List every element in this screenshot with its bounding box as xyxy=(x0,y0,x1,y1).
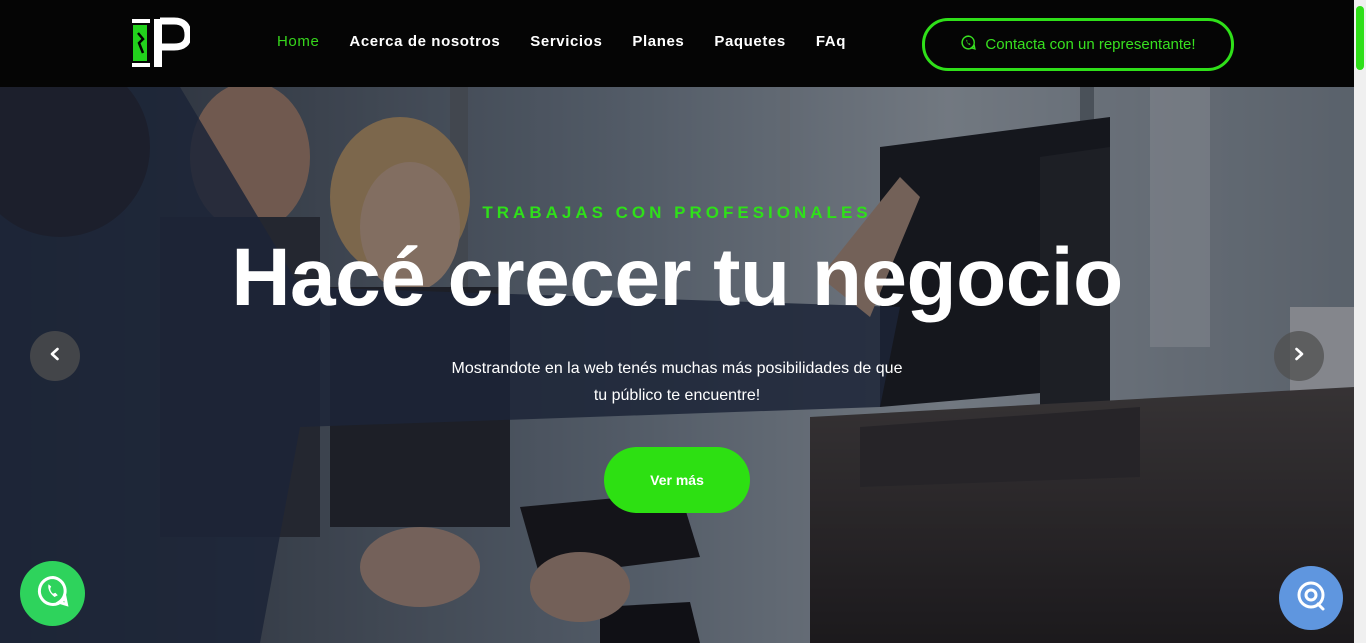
nav-acerca[interactable]: Acerca de nosotros xyxy=(349,33,500,50)
nav-faq[interactable]: FAq xyxy=(816,33,846,50)
nav-planes[interactable]: Planes xyxy=(632,33,684,50)
nav-paquetes[interactable]: Paquetes xyxy=(714,33,786,50)
ver-mas-button[interactable]: Ver más xyxy=(604,447,750,513)
header: Home Acerca de nosotros Servicios Planes… xyxy=(0,0,1354,87)
slider-next-button[interactable] xyxy=(1274,331,1324,381)
chevron-left-icon xyxy=(48,347,62,366)
scrollbar-thumb[interactable] xyxy=(1356,6,1364,70)
hero-slider: TRABAJAS CON PROFESIONALES Hacé crecer t… xyxy=(0,87,1354,643)
page-scrollbar[interactable] xyxy=(1354,0,1366,643)
hero-eyebrow: TRABAJAS CON PROFESIONALES xyxy=(482,203,872,222)
nav-home[interactable]: Home xyxy=(277,33,319,50)
main-nav: Home Acerca de nosotros Servicios Planes… xyxy=(277,33,846,50)
nav-servicios[interactable]: Servicios xyxy=(530,33,602,50)
hero-subtitle-line1: Mostrandote en la web tenés muchas más p… xyxy=(451,360,903,377)
contact-representative-button[interactable]: Contacta con un representante! xyxy=(922,18,1234,71)
whatsapp-icon xyxy=(35,573,71,614)
whatsapp-float-button[interactable] xyxy=(20,561,85,626)
contact-representative-label: Contacta con un representante! xyxy=(985,36,1196,53)
whatsapp-icon xyxy=(960,34,977,55)
hero-title: Hacé crecer tu negocio xyxy=(231,232,1123,323)
chevron-right-icon xyxy=(1292,347,1306,366)
chat-float-button[interactable] xyxy=(1279,566,1343,630)
chat-bubble-icon xyxy=(1294,579,1328,618)
hero-subtitle-line2: tu público te encuentre! xyxy=(593,387,761,404)
slider-prev-button[interactable] xyxy=(30,331,80,381)
hero-subtitle: Mostrandote en la web tenés muchas más p… xyxy=(427,355,927,409)
site-logo[interactable] xyxy=(130,17,192,69)
